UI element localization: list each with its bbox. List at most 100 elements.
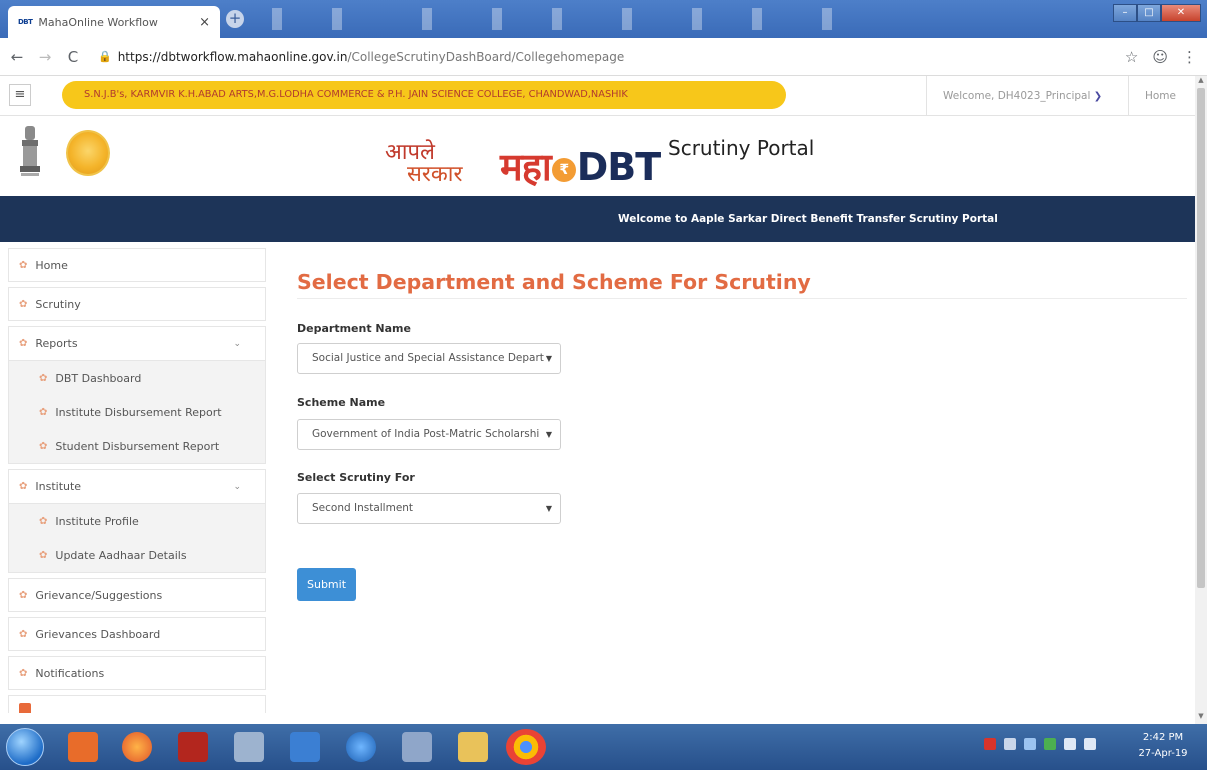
sidebar-item-label: Institute: [35, 480, 82, 493]
user-menu[interactable]: Welcome, DH4023_Principal ❯: [926, 76, 1126, 116]
flower-bullet-icon: ✿: [39, 515, 48, 527]
sidebar-item-label: Home: [35, 258, 68, 272]
portal-top-bar: ≡ S.N.J.B's, KARMVIR K.H.ABAD ARTS,M.G.L…: [0, 76, 1195, 116]
file-explorer-icon[interactable]: [458, 732, 488, 762]
taskbar-clock[interactable]: 2:42 PM 27-Apr-19: [1130, 730, 1196, 762]
scheme-select[interactable]: Government of India Post-Matric Scholars…: [297, 419, 561, 450]
scheme-label: Scheme Name: [297, 396, 386, 409]
hamburger-menu-icon[interactable]: ≡: [9, 84, 31, 106]
sidebar-item-grievance-suggestions[interactable]: ✿ Grievance/Suggestions: [8, 578, 266, 612]
sidebar-subitem-institute-disbursement-report[interactable]: ✿ Institute Disbursement Report: [9, 395, 265, 429]
address-bar: ← → C 🔒 https://dbtworkflow.mahaonline.g…: [0, 38, 1207, 76]
sidebar-item-reports[interactable]: ✿ Reports ⌄: [9, 327, 265, 361]
sarkar-text: सरकार: [407, 162, 463, 187]
windows-taskbar: 2:42 PM 27-Apr-19: [0, 724, 1207, 770]
sidebar-group-institute: ✿ Institute ⌄ ✿ Institute Profile ✿ Upda…: [8, 469, 266, 573]
calculator-icon[interactable]: [402, 732, 432, 762]
media-player-icon[interactable]: [68, 732, 98, 762]
flower-bullet-icon: ✿: [19, 667, 28, 679]
department-select[interactable]: Social Justice and Special Assistance De…: [297, 343, 561, 374]
new-tab-button[interactable]: +: [226, 10, 244, 28]
bookmark-star-icon[interactable]: ☆: [1125, 48, 1138, 66]
sidebar-subitem-update-aadhaar-details[interactable]: ✿ Update Aadhaar Details: [9, 538, 265, 572]
minimize-icon[interactable]: –: [1113, 4, 1137, 22]
network-tray-icon[interactable]: [1004, 738, 1016, 750]
firefox-icon[interactable]: [122, 732, 152, 762]
chevron-down-icon: ⌄: [233, 481, 241, 492]
volume-icon[interactable]: [1064, 738, 1076, 750]
display-tray-icon[interactable]: [1024, 738, 1036, 750]
title-divider: [297, 298, 1187, 299]
sidebar-item-grievances-dashboard[interactable]: ✿ Grievances Dashboard: [8, 617, 266, 651]
browser-tab[interactable]: DBT MahaOnline Workflow ×: [8, 6, 220, 38]
flower-bullet-icon: ✿: [19, 481, 28, 492]
dropdown-arrow-icon: ▼: [545, 430, 552, 439]
rupee-icon: ₹: [551, 157, 576, 182]
scrutiny-for-select[interactable]: Second Installment ▼: [297, 493, 561, 524]
sidebar-item-partial[interactable]: [8, 695, 266, 713]
sidebar-subitem-label: Institute Disbursement Report: [55, 405, 222, 419]
aaple-sarkar-logo: आपले सरकार: [385, 136, 481, 188]
dbt-text: DBT: [576, 145, 661, 189]
sidebar-subitem-institute-profile[interactable]: ✿ Institute Profile: [9, 504, 265, 538]
flower-bullet-icon: ✿: [19, 628, 28, 640]
department-label: Department Name: [297, 322, 411, 335]
reload-icon[interactable]: C: [62, 48, 84, 66]
font-app-icon[interactable]: [290, 732, 320, 762]
sidebar-subitem-student-disbursement-report[interactable]: ✿ Student Disbursement Report: [9, 429, 265, 463]
chrome-icon[interactable]: [506, 729, 546, 765]
sidebar-item-label: Scrutiny: [35, 297, 81, 311]
sidebar-item-home[interactable]: ✿ Home: [8, 248, 266, 282]
clock-date: 27-Apr-19: [1138, 748, 1188, 759]
network-app-icon[interactable]: [346, 732, 376, 762]
sidebar-subitem-dbt-dashboard[interactable]: ✿ DBT Dashboard: [9, 361, 265, 395]
maha-text: महा: [500, 145, 552, 189]
maximize-icon[interactable]: □: [1137, 4, 1161, 22]
maharashtra-seal-icon: [66, 130, 110, 176]
dbt-favicon-icon: DBT: [18, 18, 33, 26]
url-host: https://dbtworkflow.mahaonline.gov.in: [117, 49, 348, 64]
flower-bullet-icon: ✿: [39, 406, 48, 418]
window-controls: – □ ✕: [1113, 4, 1201, 22]
submit-button[interactable]: Submit: [297, 568, 356, 601]
start-button-icon[interactable]: [6, 728, 44, 766]
sidebar-item-label: Grievance/Suggestions: [35, 588, 163, 602]
scroll-up-arrow-icon[interactable]: ▲: [1195, 76, 1207, 88]
clock-time: 2:42 PM: [1142, 732, 1184, 743]
home-link[interactable]: Home: [1128, 76, 1192, 116]
document-icon: [19, 703, 31, 713]
scrutiny-for-selected-value: Second Installment: [312, 502, 414, 514]
q-tray-icon[interactable]: [1044, 738, 1056, 750]
forward-arrow-icon[interactable]: →: [34, 48, 56, 66]
antivirus-icon[interactable]: [984, 738, 996, 750]
sidebar-item-notifications[interactable]: ✿ Notifications: [8, 656, 266, 690]
menu-dots-icon[interactable]: ⋮: [1182, 48, 1197, 66]
sidebar-item-label: Grievances Dashboard: [35, 627, 161, 641]
document-app-icon[interactable]: [234, 732, 264, 762]
sidebar-subitem-label: Institute Profile: [55, 514, 139, 528]
dropdown-arrow-icon: ▼: [545, 354, 552, 363]
url-path: /CollegeScrutinyDashBoard/Collegehomepag…: [347, 49, 625, 64]
sidebar-subitem-label: DBT Dashboard: [55, 371, 142, 385]
window-background-thumbnails: [262, 6, 862, 34]
department-selected-value: Social Justice and Special Assistance De…: [312, 352, 544, 364]
sidebar: ✿ Home ✿ Scrutiny ✿ Reports ⌄ ✿ DBT Dash…: [8, 248, 266, 724]
close-tab-icon[interactable]: ×: [199, 15, 210, 30]
flower-bullet-icon: ✿: [39, 440, 48, 452]
sidebar-item-institute[interactable]: ✿ Institute ⌄: [9, 470, 265, 504]
flag-icon[interactable]: [1084, 738, 1096, 750]
pdf-reader-icon[interactable]: [178, 732, 208, 762]
close-window-icon[interactable]: ✕: [1161, 4, 1201, 22]
system-tray: [984, 738, 1096, 750]
sidebar-subitem-label: Update Aadhaar Details: [55, 548, 187, 562]
page-title: Select Department and Scheme For Scrutin…: [297, 270, 811, 294]
scroll-thumb[interactable]: [1197, 88, 1205, 588]
back-arrow-icon[interactable]: ←: [6, 48, 28, 66]
profile-icon[interactable]: ☺: [1152, 48, 1168, 66]
url-field[interactable]: https://dbtworkflow.mahaonline.gov.in/Co…: [118, 50, 625, 64]
sidebar-item-scrutiny[interactable]: ✿ Scrutiny: [8, 287, 266, 321]
dropdown-arrow-icon: ▼: [545, 504, 552, 513]
scroll-down-arrow-icon[interactable]: ▼: [1195, 712, 1207, 724]
welcome-banner: Welcome to Aaple Sarkar Direct Benefit T…: [0, 196, 1195, 242]
page-scrollbar[interactable]: ▲ ▼: [1195, 76, 1207, 724]
